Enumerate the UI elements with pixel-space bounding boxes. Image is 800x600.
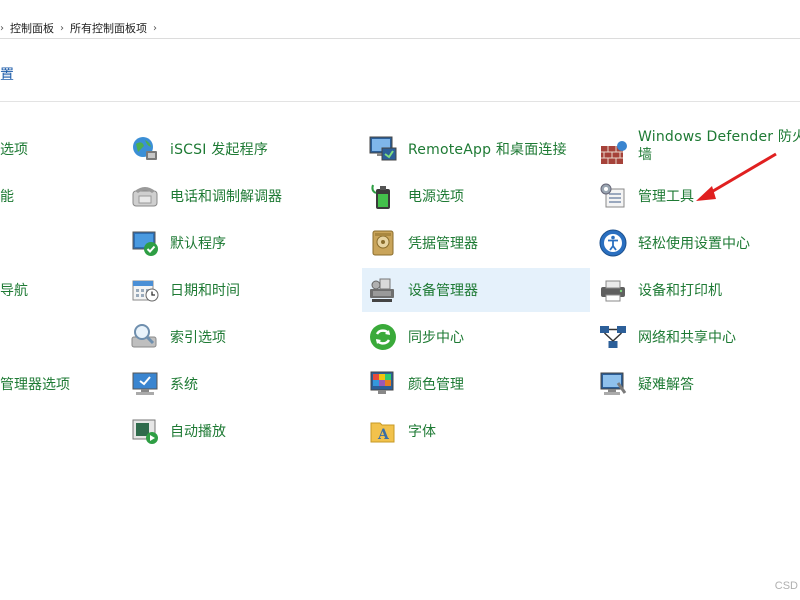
firewall-wall-icon — [598, 138, 628, 168]
item-color-management[interactable]: 颜色管理 — [362, 362, 590, 406]
item-label-continuation: 墙 — [638, 147, 652, 163]
power-options-icon — [368, 181, 398, 211]
item-label: 管理器选项 — [0, 377, 70, 393]
svg-text:A: A — [377, 427, 390, 443]
item-sync-center[interactable]: 同步中心 — [362, 315, 590, 359]
system-monitor-icon — [130, 369, 160, 399]
watermark: CSD — [774, 580, 798, 592]
item-label: 设备和打印机 — [638, 283, 722, 299]
color-management-icon — [368, 369, 398, 399]
item-label: 设备管理器 — [408, 283, 478, 299]
item-label: 索引选项 — [170, 330, 226, 346]
item-label: 轻松使用设置中心 — [638, 236, 750, 252]
item-label-group: Windows Defender 防火 墙 — [638, 128, 800, 164]
item-indexing-options[interactable]: 索引选项 — [130, 315, 350, 359]
breadcrumb-item-control-panel[interactable]: 控制面板 — [10, 20, 54, 36]
item-label: iSCSI 发起程序 — [170, 142, 269, 158]
administrative-tools-icon — [598, 181, 628, 211]
item-power-options[interactable]: 电源选项 — [362, 174, 590, 218]
device-manager-icon — [368, 275, 398, 305]
item-label: 能 — [0, 189, 14, 205]
item-label: 自动播放 — [170, 424, 226, 440]
indexing-options-icon — [130, 322, 160, 352]
item-label: 选项 — [0, 142, 28, 158]
item-troubleshooting[interactable]: 疑难解答 — [598, 362, 800, 406]
item-label: 电源选项 — [408, 189, 464, 205]
item-iscsi-initiator[interactable]: iSCSI 发起程序 — [130, 127, 350, 171]
item-remoteapp[interactable]: RemoteApp 和桌面连接 — [362, 127, 590, 171]
window-top-strip — [0, 0, 800, 19]
credential-vault-icon — [368, 228, 398, 258]
troubleshooting-icon — [598, 369, 628, 399]
item-label: 默认程序 — [170, 236, 226, 252]
sync-center-icon — [368, 322, 398, 352]
item-fonts[interactable]: A 字体 — [362, 409, 590, 453]
item-phone-modem[interactable]: 电话和调制解调器 — [130, 174, 350, 218]
item-label: 导航 — [0, 283, 28, 299]
item-devices-printers[interactable]: 设备和打印机 — [598, 268, 800, 312]
item-cropped-navigation[interactable]: 导航 — [0, 268, 28, 312]
address-bar[interactable]: › 控制面板 › 所有控制面板项 › — [0, 18, 800, 39]
breadcrumb-separator-icon: › — [60, 22, 64, 34]
item-cropped-options[interactable]: 选项 — [0, 127, 28, 171]
devices-printers-icon — [598, 275, 628, 305]
item-label: 电话和调制解调器 — [170, 189, 282, 205]
item-device-manager[interactable]: 设备管理器 — [362, 268, 590, 312]
page-title: 置 — [0, 67, 14, 83]
remoteapp-icon — [368, 134, 398, 164]
item-label: 字体 — [408, 424, 436, 440]
item-windows-defender-firewall[interactable]: Windows Defender 防火 墙 — [598, 124, 800, 174]
item-label: 管理工具 — [638, 189, 694, 205]
date-time-icon — [130, 275, 160, 305]
item-date-time[interactable]: 日期和时间 — [130, 268, 350, 312]
item-administrative-tools[interactable]: 管理工具 — [598, 174, 800, 218]
item-label: 同步中心 — [408, 330, 464, 346]
autoplay-icon — [130, 416, 160, 446]
ease-of-access-icon — [598, 228, 628, 258]
item-label: 疑难解答 — [638, 377, 694, 393]
item-cropped-manager-options[interactable]: 管理器选项 — [0, 362, 70, 406]
network-sharing-icon — [598, 322, 628, 352]
telephone-modem-icon — [130, 181, 160, 211]
header-divider — [0, 101, 800, 102]
breadcrumb-item-all-items[interactable]: 所有控制面板项 — [70, 20, 147, 36]
iscsi-globe-icon — [130, 134, 160, 164]
item-default-programs[interactable]: 默认程序 — [130, 221, 350, 265]
item-label: 系统 — [170, 377, 198, 393]
item-credential-manager[interactable]: 凭据管理器 — [362, 221, 590, 265]
item-label: 日期和时间 — [170, 283, 240, 299]
item-label: 颜色管理 — [408, 377, 464, 393]
breadcrumb-separator-icon: › — [0, 22, 4, 34]
item-ease-of-access[interactable]: 轻松使用设置中心 — [598, 221, 800, 265]
item-label: 网络和共享中心 — [638, 330, 736, 346]
fonts-folder-icon: A — [368, 416, 398, 446]
default-programs-icon — [130, 228, 160, 258]
item-network-sharing-center[interactable]: 网络和共享中心 — [598, 315, 800, 359]
item-autoplay[interactable]: 自动播放 — [130, 409, 350, 453]
item-label: 凭据管理器 — [408, 236, 478, 252]
item-label: Windows Defender 防火 — [638, 129, 800, 145]
item-system[interactable]: 系统 — [130, 362, 350, 406]
item-label: RemoteApp 和桌面连接 — [408, 142, 567, 158]
item-cropped-features[interactable]: 能 — [0, 174, 14, 218]
breadcrumb-separator-icon[interactable]: › — [153, 23, 157, 34]
